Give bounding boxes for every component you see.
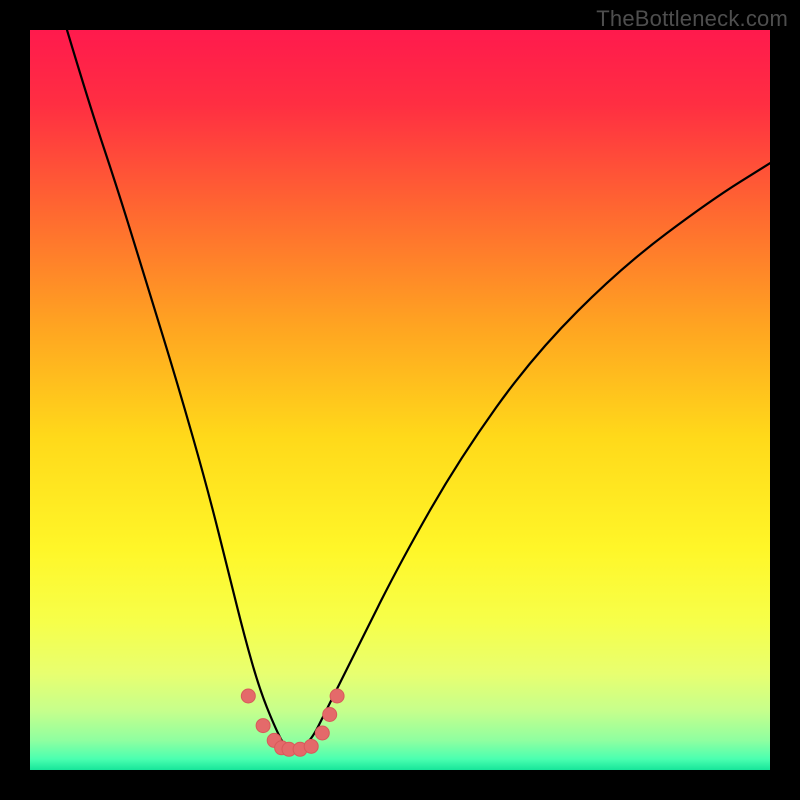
watermark-text: TheBottleneck.com — [596, 6, 788, 32]
gradient-background — [30, 30, 770, 770]
outer-frame: TheBottleneck.com — [0, 0, 800, 800]
plot-area — [30, 30, 770, 770]
